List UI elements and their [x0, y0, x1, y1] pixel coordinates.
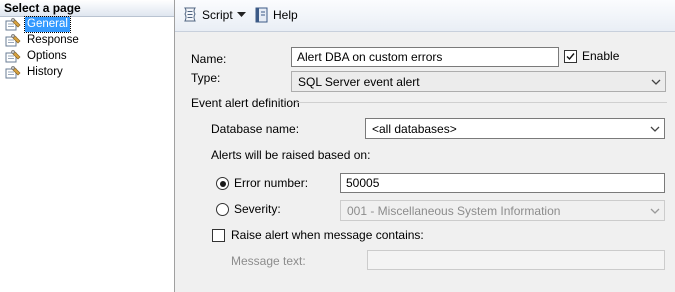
- database-name-select[interactable]: <all databases>: [365, 118, 665, 139]
- severity-label: Severity:: [234, 202, 281, 216]
- checkmark-icon: [566, 53, 575, 61]
- script-button[interactable]: Script: [181, 5, 233, 25]
- enable-checkbox[interactable]: [564, 50, 577, 63]
- error-number-radio[interactable]: [216, 177, 229, 190]
- error-number-field[interactable]: 50005: [340, 173, 665, 193]
- event-alert-definition-heading: Event alert definition: [191, 96, 300, 110]
- name-label: Name:: [191, 52, 227, 66]
- page-selector-pane: Select a page General Response Options H…: [0, 0, 174, 292]
- page-item-label: Options: [27, 50, 67, 62]
- severity-select-value: 001 - Miscellaneous System Information: [347, 204, 561, 218]
- page-item-general[interactable]: General: [2, 16, 172, 33]
- message-text-field[interactable]: [367, 250, 665, 270]
- severity-radio[interactable]: [216, 203, 229, 216]
- page-item-label: General: [24, 16, 71, 33]
- help-button[interactable]: Help: [253, 5, 298, 25]
- name-field[interactable]: Alert DBA on custom errors: [291, 47, 559, 67]
- severity-select[interactable]: 001 - Miscellaneous System Information: [340, 200, 665, 221]
- wrench-page-icon: [5, 18, 21, 31]
- select-page-header: Select a page: [0, 0, 174, 17]
- script-button-label: Script: [202, 8, 233, 22]
- script-dropdown-button[interactable]: [235, 5, 249, 25]
- script-icon: [184, 7, 196, 22]
- raise-alert-message-label: Raise alert when message contains:: [231, 228, 424, 242]
- type-label: Type:: [191, 71, 221, 85]
- type-select[interactable]: SQL Server event alert: [291, 71, 666, 92]
- database-name-label: Database name:: [211, 122, 300, 136]
- database-name-value: <all databases>: [372, 122, 457, 136]
- enable-label: Enable: [582, 49, 620, 63]
- select-page-title: Select a page: [4, 1, 81, 15]
- error-number-label: Error number:: [234, 176, 309, 190]
- page-item-options[interactable]: Options: [2, 49, 172, 64]
- chevron-down-icon: [237, 12, 246, 17]
- raised-based-on-label: Alerts will be raised based on:: [211, 148, 371, 162]
- toolbar: Script Help: [175, 0, 675, 32]
- radio-selected-dot: [219, 180, 226, 187]
- wrench-page-icon: [5, 50, 21, 63]
- section-divider: [295, 102, 667, 103]
- page-item-response[interactable]: Response: [2, 33, 172, 48]
- wrench-page-icon: [5, 66, 21, 79]
- page-item-history[interactable]: History: [2, 65, 172, 80]
- help-button-label: Help: [273, 8, 298, 22]
- page-item-label: History: [27, 66, 63, 78]
- chevron-down-icon: [650, 126, 660, 132]
- type-select-value: SQL Server event alert: [298, 75, 420, 89]
- wrench-page-icon: [5, 34, 21, 47]
- chevron-down-icon: [650, 208, 660, 214]
- chevron-down-icon: [651, 79, 661, 85]
- raise-alert-message-checkbox[interactable]: [212, 229, 225, 242]
- message-text-label: Message text:: [231, 254, 306, 268]
- general-page-form: Name: Alert DBA on custom errors Enable …: [175, 32, 675, 292]
- help-book-icon: [255, 7, 268, 23]
- page-item-label: Response: [27, 34, 79, 46]
